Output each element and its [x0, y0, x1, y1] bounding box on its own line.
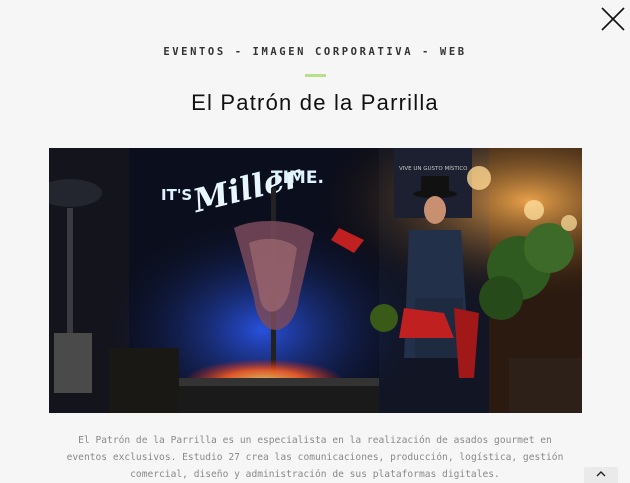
scroll-to-top-button[interactable]: [584, 467, 618, 483]
neon-sign-time: TIME.: [271, 168, 324, 188]
page-title: El Patrón de la Parrilla: [191, 90, 439, 115]
neon-sign-its: IT'S: [161, 186, 192, 204]
project-categories: EVENTOS - IMAGEN CORPORATIVA - WEB: [163, 46, 467, 58]
chevron-up-icon: [596, 471, 606, 477]
poster-text: VIVE UN GUSTO MÍSTICO: [399, 165, 468, 172]
description-line-1: El Patrón de la Parrilla es un especiali…: [78, 435, 552, 446]
close-icon: [601, 7, 625, 31]
description-line-3: comercial, diseño y administración de su…: [130, 469, 500, 480]
description-line-2: eventos exclusivos. Estudio 27 crea las …: [66, 452, 564, 463]
title-accent-divider: [305, 74, 326, 77]
project-photo: IT'S Miller TIME. VIVE UN GUSTO MÍSTICO: [49, 148, 582, 413]
project-description: El Patrón de la Parrilla es un especiali…: [40, 432, 590, 483]
close-button[interactable]: [600, 6, 626, 32]
